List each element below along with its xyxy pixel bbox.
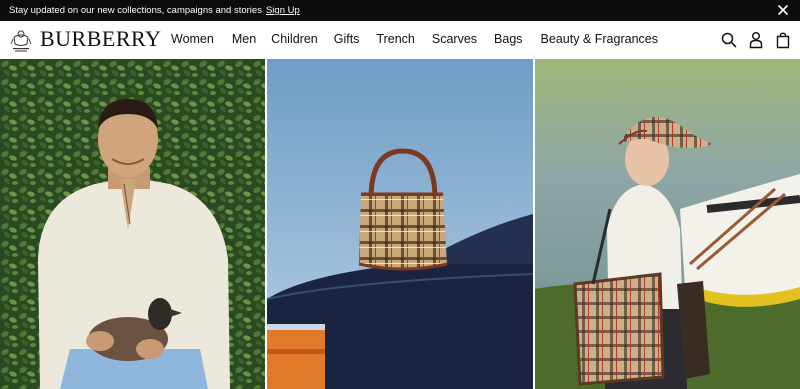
hero-image-bag[interactable]	[267, 59, 533, 389]
nav-men[interactable]: Men	[232, 32, 256, 46]
close-icon[interactable]	[777, 4, 789, 16]
sign-up-link[interactable]: Sign Up	[266, 5, 300, 16]
nav-beauty-fragrances[interactable]: Beauty & Fragrances	[541, 32, 658, 46]
promo-bar: Stay updated on our new collections, cam…	[0, 0, 800, 21]
nav-scarves[interactable]: Scarves	[432, 32, 477, 46]
site-header: BURBERRY Women Men Children Gifts Trench…	[0, 21, 800, 59]
nav-trench[interactable]: Trench	[376, 32, 414, 46]
nav-women[interactable]: Women	[171, 32, 214, 46]
nav-gifts[interactable]: Gifts	[334, 32, 360, 46]
hero-image-women-picture	[535, 59, 800, 389]
hero-image-women[interactable]	[535, 59, 800, 389]
search-icon[interactable]	[721, 31, 737, 49]
hero-image-bag-picture	[267, 59, 533, 389]
shopping-bag-icon[interactable]	[775, 31, 791, 49]
hero-image-men-picture	[0, 59, 265, 389]
account-icon[interactable]	[748, 31, 764, 49]
promo-text: Stay updated on our new collections, cam…	[9, 5, 262, 16]
royal-warrant-crest-icon	[10, 30, 32, 52]
nav-children[interactable]: Children	[271, 32, 318, 46]
hero-image-men[interactable]	[0, 59, 265, 389]
nav-bags[interactable]: Bags	[494, 32, 523, 46]
main-nav: Women Men Children Gifts Trench Scarves …	[171, 32, 658, 46]
burberry-logo[interactable]: BURBERRY	[40, 26, 161, 52]
